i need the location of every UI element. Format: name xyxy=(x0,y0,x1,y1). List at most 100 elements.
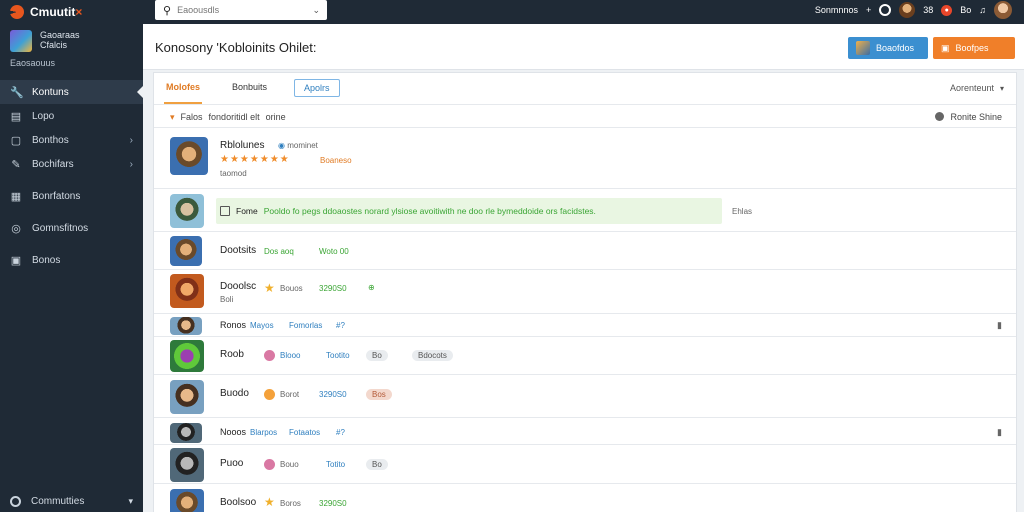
sidebar-item-bonthos[interactable]: ▢ Bonthos › xyxy=(0,128,143,152)
chevron-right-icon: › xyxy=(129,134,133,146)
topbar: ⚲ ⌄ Sonmnnos + 38 ● Bo ♫ xyxy=(143,0,1024,24)
notification-count: 38 xyxy=(923,5,934,15)
game-icon xyxy=(170,423,202,443)
badge-icon: ▣ xyxy=(10,254,22,267)
sidebar-item-label: Bonos xyxy=(32,254,61,266)
bell-icon[interactable]: ♫ xyxy=(979,5,986,15)
profile-subtitle: Eaosaouus xyxy=(10,58,56,68)
tag-pill[interactable]: Bos xyxy=(366,388,392,400)
wrench-icon: 🔧 xyxy=(10,86,24,99)
game-icon xyxy=(170,340,204,372)
game-icon xyxy=(170,317,202,335)
search-input[interactable] xyxy=(177,5,308,15)
filter-right[interactable]: Ronite Shine xyxy=(935,112,1002,122)
sidebar-item-kontuns[interactable]: 🔧 Kontuns xyxy=(0,80,143,104)
verified-tag: ◉ mominet xyxy=(278,141,318,150)
tab-apolrs[interactable]: Apolrs xyxy=(294,79,340,97)
tab-bonbuits[interactable]: Bonbuits xyxy=(232,82,267,92)
checkbox[interactable] xyxy=(220,206,230,216)
search-icon: ⚲ xyxy=(163,4,172,17)
highlight-message: Fome Pooldo fo pegs ddoaostes norard yls… xyxy=(216,198,722,224)
alert-badge-icon[interactable]: ● xyxy=(941,4,953,16)
status-icon[interactable] xyxy=(879,4,892,16)
search-box[interactable]: ⚲ ⌄ xyxy=(155,0,327,20)
book-icon: ▤ xyxy=(10,110,22,123)
lock-icon[interactable]: ▮ xyxy=(997,427,1002,438)
table-row[interactable]: Boolsoo ★ Boros 3290S0 xyxy=(154,485,1016,512)
clipboard-icon: ▦ xyxy=(10,190,22,203)
star-icon: ★ xyxy=(264,281,275,295)
table-row[interactable]: Puoo Bouo Totito Bo xyxy=(154,446,1016,484)
tab-molofes[interactable]: Molofes xyxy=(163,82,203,104)
topbar-badge-label: Bo xyxy=(960,5,972,15)
table-row[interactable]: Dootsits Dos aoq Woto 00 xyxy=(154,233,1016,270)
user-avatar[interactable] xyxy=(994,1,1012,19)
sidebar-item-lopo[interactable]: ▤ Lopo xyxy=(0,104,143,128)
filter-bar: ▾ Falos fondoritidl elt orine Ronite Shi… xyxy=(154,106,1016,128)
sidebar-footer-label: Commutties xyxy=(31,495,85,507)
brand[interactable]: Cmuutit× xyxy=(10,2,82,22)
sidebar-footer[interactable]: Commutties ▾ xyxy=(0,490,143,512)
page-title: Konosony 'Kobloinits Ohilet: xyxy=(155,40,317,55)
primary-action-button[interactable]: Boaofdos xyxy=(848,37,928,59)
game-icon xyxy=(170,194,204,228)
game-thumb-icon xyxy=(856,41,870,55)
profile-avatar xyxy=(10,30,32,52)
sidebar-item-bonos[interactable]: ▣ Bonos xyxy=(0,248,143,272)
table-row[interactable]: Fome Pooldo fo pegs ddoaostes norard yls… xyxy=(154,190,1016,232)
table-row[interactable]: Nooos Blarpos Fotaatos #? ▮ xyxy=(154,419,1016,445)
table-row[interactable]: Ronos Mayos Fomorlas #? ▮ xyxy=(154,315,1016,337)
game-icon xyxy=(170,448,204,482)
emoji-icon xyxy=(264,350,275,361)
notification-avatar[interactable] xyxy=(899,2,916,18)
sidebar-item-bochifars[interactable]: ✎ Bochifars › xyxy=(0,152,143,176)
gift-icon: ▣ xyxy=(941,42,950,53)
chevron-down-icon[interactable]: ⌄ xyxy=(312,5,320,16)
game-icon xyxy=(170,137,208,175)
sidebar-nav: 🔧 Kontuns ▤ Lopo ▢ Bonthos › ✎ Bochifars… xyxy=(0,80,143,272)
emoji-icon xyxy=(264,459,275,470)
profile[interactable]: Gaoaraas Cfalcis xyxy=(10,30,80,52)
sidebar-item-gomnsfitnos[interactable]: ◎ Gomnsfitnos xyxy=(0,216,143,240)
lock-icon: ⊕ xyxy=(368,283,375,292)
secondary-action-button[interactable]: ▣ Boofpes xyxy=(933,37,1015,59)
chevron-down-icon: ▾ xyxy=(128,495,133,506)
community-icon xyxy=(10,495,21,507)
game-icon xyxy=(170,489,204,512)
star-icon: ★ xyxy=(264,495,275,509)
tag-pill[interactable]: Bo xyxy=(366,458,388,470)
emoji-icon xyxy=(264,389,275,400)
chevron-down-icon: ▾ xyxy=(999,84,1004,93)
filter-left[interactable]: ▾ Falos fondoritidl elt orine xyxy=(170,112,286,123)
content-panel: Molofes Bonbuits Apolrs Aorenteunt ▾ ▾ Fa… xyxy=(153,72,1017,512)
topbar-label[interactable]: Sonmnnos xyxy=(815,5,858,15)
profile-name: Gaoaraas Cfalcis xyxy=(40,30,80,50)
sidebar-item-bonrfatons[interactable]: ▦ Bonrfatons xyxy=(0,184,143,208)
box-icon: ▢ xyxy=(10,134,22,147)
table-row[interactable]: Dooolsc ★ Bouos 3290S0 ⊕ Boli xyxy=(154,271,1016,314)
brand-title: Cmuutit× xyxy=(30,5,83,19)
topbar-actions: Sonmnnos + 38 ● Bo ♫ xyxy=(815,0,1012,20)
sidebar: Cmuutit× Gaoaraas Cfalcis Eaosaouus 🔧 Kon… xyxy=(0,0,143,512)
lock-icon[interactable]: ▮ xyxy=(997,320,1002,331)
sidebar-item-label: Lopo xyxy=(32,110,55,122)
chevron-right-icon: › xyxy=(129,158,133,170)
sort-dropdown[interactable]: Aorenteunt ▾ xyxy=(950,83,1004,93)
game-icon xyxy=(170,236,202,266)
sidebar-item-label: Kontuns xyxy=(32,86,69,98)
tab-bar: Molofes Bonbuits Apolrs Aorenteunt ▾ xyxy=(154,73,1016,105)
sidebar-item-label: Bonrfatons xyxy=(32,190,81,202)
globe-icon: ◎ xyxy=(11,222,21,235)
plus-icon[interactable]: + xyxy=(866,5,871,15)
table-row[interactable]: Rblolunes ◉ mominet ★★★★★★★ Boaneso taom… xyxy=(154,129,1016,189)
table-row[interactable]: Roob Blooo Tootito Bo Bdocots xyxy=(154,338,1016,375)
rating-stars: ★★★★★★★ xyxy=(220,154,290,165)
tag-pill[interactable]: Bdocots xyxy=(412,349,453,361)
sidebar-item-label: Gomnsfitnos xyxy=(32,222,89,234)
settings-icon xyxy=(935,112,945,121)
table-row[interactable]: Buodo Borot 3290S0 Bos xyxy=(154,376,1016,418)
tag-pill[interactable]: Bo xyxy=(366,349,388,361)
game-icon xyxy=(170,274,204,308)
game-icon xyxy=(170,380,204,414)
page-header: Konosony 'Kobloinits Ohilet: Boaofdos ▣ … xyxy=(143,24,1024,70)
